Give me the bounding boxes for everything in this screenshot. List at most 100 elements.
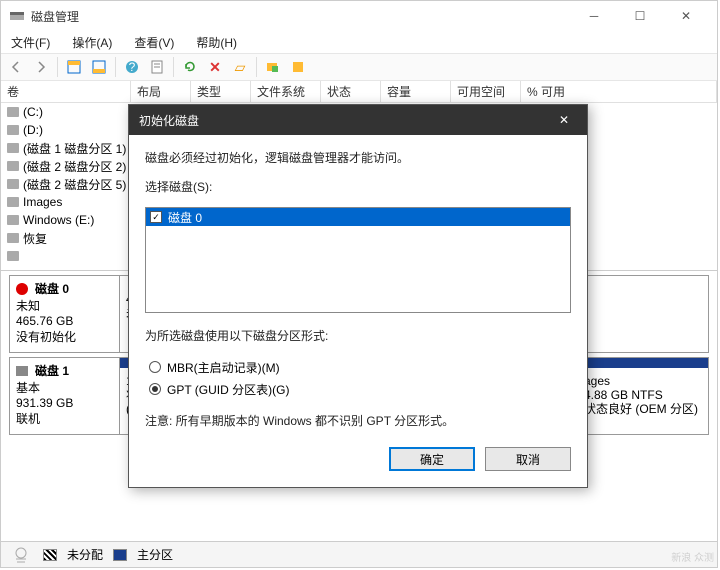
volume-name: Images — [23, 195, 62, 209]
disk-0-type: 未知 — [16, 297, 113, 314]
volume-icon — [7, 197, 19, 207]
partition-status: 状态良好 (OEM 分区) — [584, 402, 702, 416]
toolbar-separator — [57, 57, 58, 77]
ok-button[interactable]: 确定 — [389, 447, 475, 471]
disk-0-status: 没有初始化 — [16, 328, 113, 345]
refresh-icon[interactable] — [179, 56, 201, 78]
toolbar-separator — [115, 57, 116, 77]
disk-0-info[interactable]: 磁盘 0 未知 465.76 GB 没有初始化 — [10, 276, 120, 352]
initialize-disk-dialog: 初始化磁盘 ✕ 磁盘必须经过初始化，逻辑磁盘管理器才能访问。 选择磁盘(S): … — [128, 104, 588, 488]
menu-view[interactable]: 查看(V) — [130, 32, 178, 53]
window-title: 磁盘管理 — [31, 8, 571, 25]
volume-name: 恢复 — [23, 230, 47, 247]
disk-mgmt-icon — [9, 8, 25, 24]
forward-button[interactable] — [30, 56, 52, 78]
new-volume-icon[interactable] — [262, 56, 284, 78]
disk-1-title: 磁盘 1 — [35, 362, 69, 379]
disk-1-partition[interactable]: ages4.88 GB NTFS状态良好 (OEM 分区) — [578, 358, 708, 434]
volume-name: Windows (E:) — [23, 213, 94, 227]
disk-item-label: 磁盘 0 — [168, 209, 202, 226]
disk-0-size: 465.76 GB — [16, 314, 113, 328]
volume-name: (磁盘 1 磁盘分区 1) — [23, 140, 126, 157]
disk-select-listbox[interactable]: ✓ 磁盘 0 — [145, 207, 571, 313]
column-headers: 卷 布局 类型 文件系统 状态 容量 可用空间 % 可用 — [1, 81, 717, 103]
disk-1-size: 931.39 GB — [16, 396, 113, 410]
window-controls: ─ ☐ ✕ — [571, 1, 709, 31]
col-capacity[interactable]: 容量 — [381, 81, 451, 102]
col-layout[interactable]: 布局 — [131, 81, 191, 102]
check-icon[interactable]: ▱ — [229, 56, 251, 78]
legend-primary-label: 主分区 — [137, 546, 173, 563]
back-button[interactable] — [5, 56, 27, 78]
menubar: 文件(F) 操作(A) 查看(V) 帮助(H) — [1, 31, 717, 53]
volume-icon — [7, 161, 19, 171]
volume-name: (D:) — [23, 123, 43, 137]
disk-0-title: 磁盘 0 — [35, 280, 69, 297]
volume-icon — [7, 125, 19, 135]
mbr-label: MBR(主启动记录)(M) — [167, 359, 280, 376]
col-percent[interactable]: % 可用 — [521, 81, 717, 102]
dialog-note: 注意: 所有早期版本的 Windows 都不识别 GPT 分区形式。 — [145, 412, 571, 429]
volume-icon — [7, 251, 19, 261]
legend-bar: 未分配 主分区 — [1, 541, 717, 567]
partition-size: 4.88 GB NTFS — [584, 388, 702, 402]
volume-name: (磁盘 2 磁盘分区 5) — [23, 176, 126, 193]
volume-name: (磁盘 2 磁盘分区 2) — [23, 158, 126, 175]
legend-primary-swatch — [113, 549, 127, 561]
disk-checkbox[interactable]: ✓ — [150, 211, 162, 223]
svg-text:?: ? — [129, 60, 136, 74]
gpt-radio-item[interactable]: GPT (GUID 分区表)(G) — [149, 378, 571, 400]
volume-icon — [7, 143, 19, 153]
dialog-intro-text: 磁盘必须经过初始化，逻辑磁盘管理器才能访问。 — [145, 149, 571, 166]
dialog-body: 磁盘必须经过初始化，逻辑磁盘管理器才能访问。 选择磁盘(S): ✓ 磁盘 0 为… — [129, 135, 587, 487]
disk-icon — [16, 366, 28, 376]
view-top-icon[interactable] — [63, 56, 85, 78]
col-free[interactable]: 可用空间 — [451, 81, 521, 102]
help-icon[interactable]: ? — [121, 56, 143, 78]
disk-list-item[interactable]: ✓ 磁盘 0 — [146, 208, 570, 226]
minimize-button[interactable]: ─ — [571, 1, 617, 31]
volume-icon — [7, 233, 19, 243]
gpt-label: GPT (GUID 分区表)(G) — [167, 381, 289, 398]
cancel-button[interactable]: 取消 — [485, 447, 571, 471]
dialog-title: 初始化磁盘 — [139, 112, 551, 129]
view-bottom-icon[interactable] — [88, 56, 110, 78]
error-icon — [16, 283, 28, 295]
partition-scheme-label: 为所选磁盘使用以下磁盘分区形式: — [145, 327, 571, 344]
menu-action[interactable]: 操作(A) — [68, 32, 116, 53]
toolbar: ? ✕ ▱ — [1, 53, 717, 81]
gpt-radio[interactable] — [149, 383, 161, 395]
toolbar-separator — [256, 57, 257, 77]
disk-1-status: 联机 — [16, 410, 113, 427]
disk-1-type: 基本 — [16, 379, 113, 396]
dialog-close-button[interactable]: ✕ — [551, 107, 577, 133]
menu-help[interactable]: 帮助(H) — [192, 32, 241, 53]
partition-scheme-radios: MBR(主启动记录)(M) GPT (GUID 分区表)(G) — [149, 356, 571, 400]
col-status[interactable]: 状态 — [321, 81, 381, 102]
col-filesystem[interactable]: 文件系统 — [251, 81, 321, 102]
close-button[interactable]: ✕ — [663, 1, 709, 31]
partition-name: ages — [584, 374, 702, 388]
properties-icon[interactable] — [146, 56, 168, 78]
legend-unallocated-swatch — [43, 549, 57, 561]
delete-icon[interactable]: ✕ — [204, 56, 226, 78]
mbr-radio-item[interactable]: MBR(主启动记录)(M) — [149, 356, 571, 378]
dialog-select-label: 选择磁盘(S): — [145, 178, 571, 195]
maximize-button[interactable]: ☐ — [617, 1, 663, 31]
col-volume[interactable]: 卷 — [1, 81, 131, 102]
volume-icon — [7, 179, 19, 189]
legend-toggle-icon[interactable] — [9, 545, 33, 565]
disk-1-info[interactable]: 磁盘 1 基本 931.39 GB 联机 — [10, 358, 120, 434]
watermark: 新浪 众测 — [671, 549, 714, 564]
volume-name: (C:) — [23, 105, 43, 119]
dialog-buttons: 确定 取消 — [145, 447, 571, 471]
legend-unallocated-label: 未分配 — [67, 546, 103, 563]
menu-file[interactable]: 文件(F) — [7, 32, 54, 53]
toolbar-separator — [173, 57, 174, 77]
col-type[interactable]: 类型 — [191, 81, 251, 102]
partition-color-bar — [578, 358, 708, 368]
action-icon[interactable] — [287, 56, 309, 78]
titlebar: 磁盘管理 ─ ☐ ✕ — [1, 1, 717, 31]
mbr-radio[interactable] — [149, 361, 161, 373]
volume-icon — [7, 107, 19, 117]
